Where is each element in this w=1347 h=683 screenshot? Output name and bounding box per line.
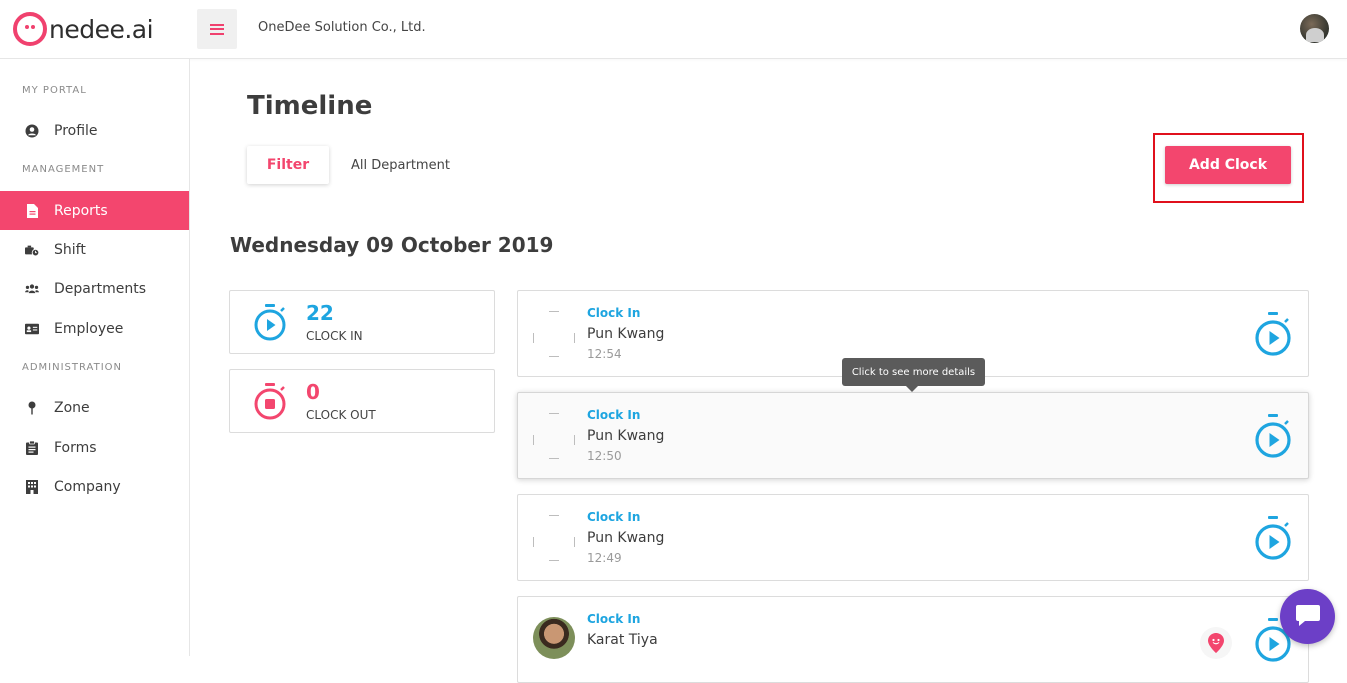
location-pin-icon[interactable]	[1200, 627, 1232, 659]
hamburger-icon	[210, 23, 224, 35]
clock-in-stat-card[interactable]: 22 CLOCK IN	[229, 290, 495, 354]
users-icon	[25, 282, 39, 296]
tooltip: Click to see more details	[842, 358, 985, 392]
sidebar-item-company[interactable]: Company	[0, 467, 189, 506]
clock-in-label: CLOCK IN	[306, 329, 363, 343]
filter-button[interactable]: Filter	[247, 146, 329, 184]
chat-bubble-icon	[1295, 603, 1321, 631]
employee-name: Pun Kwang	[587, 530, 665, 546]
page-title: Timeline	[247, 91, 373, 121]
photo-placeholder	[533, 515, 575, 561]
stopwatch-play-icon	[1254, 515, 1292, 565]
logo-face-icon	[13, 12, 47, 46]
user-circle-icon	[25, 124, 39, 138]
add-clock-button[interactable]: Add Clock	[1165, 146, 1291, 184]
file-icon	[25, 203, 39, 218]
entry-type: Clock In	[587, 408, 641, 422]
sidebar-item-departments[interactable]: Departments	[0, 269, 189, 308]
timeline-card[interactable]: Clock In Pun Kwang 12:49	[517, 494, 1309, 581]
sidebar-item-profile[interactable]: Profile	[0, 111, 189, 150]
photo-placeholder	[533, 311, 575, 357]
sidebar-item-label: Company	[54, 478, 121, 495]
entry-type: Clock In	[587, 612, 641, 626]
sidebar-item-employee[interactable]: Employee	[0, 309, 189, 348]
employee-name: Pun Kwang	[587, 326, 665, 342]
clock-out-label: CLOCK OUT	[306, 408, 376, 422]
sidebar-item-reports[interactable]: Reports	[0, 191, 189, 230]
entry-time: 12:50	[587, 449, 622, 463]
sidebar-item-label: Shift	[54, 241, 86, 258]
top-bar: nedee.ai OneDee Solution Co., Ltd.	[0, 0, 1347, 59]
section-heading-my-portal: MY PORTAL	[22, 85, 87, 96]
sidebar-item-zone[interactable]: Zone	[0, 388, 189, 427]
entry-type: Clock In	[587, 306, 641, 320]
sidebar-item-label: Forms	[54, 439, 97, 456]
section-heading-administration: ADMINISTRATION	[22, 362, 123, 373]
entry-time: 12:54	[587, 347, 622, 361]
timeline-card[interactable]: Clock In Karat Tiya	[517, 596, 1309, 683]
chat-widget-button[interactable]	[1280, 589, 1335, 644]
timeline-date: Wednesday 09 October 2019	[230, 233, 554, 257]
shift-clock-icon	[25, 243, 39, 257]
pin-icon	[25, 401, 39, 415]
company-name: OneDee Solution Co., Ltd.	[258, 20, 426, 35]
sidebar-item-label: Zone	[54, 399, 90, 416]
sidebar-item-shift[interactable]: Shift	[0, 230, 189, 269]
employee-name: Pun Kwang	[587, 428, 665, 444]
stopwatch-play-icon	[1254, 413, 1292, 463]
department-filter-value[interactable]: All Department	[351, 158, 450, 173]
sidebar: MY PORTAL Profile MANAGEMENT Reports Shi…	[0, 59, 190, 656]
id-card-icon	[25, 322, 39, 336]
sidebar-item-label: Reports	[54, 202, 108, 219]
entry-time: 12:49	[587, 551, 622, 565]
section-heading-management: MANAGEMENT	[22, 164, 105, 175]
building-icon	[25, 479, 39, 494]
timeline-card[interactable]: Clock In Pun Kwang 12:50	[517, 392, 1309, 479]
menu-toggle-button[interactable]	[197, 9, 237, 49]
logo-text: nedee.ai	[49, 14, 154, 44]
clock-in-count: 22	[306, 301, 334, 325]
stopwatch-play-icon	[252, 303, 288, 345]
sidebar-item-label: Employee	[54, 320, 124, 337]
employee-name: Karat Tiya	[587, 632, 658, 648]
stopwatch-stop-icon	[252, 382, 288, 424]
user-avatar[interactable]	[1300, 14, 1329, 43]
sidebar-item-label: Profile	[54, 122, 98, 139]
employee-photo	[533, 617, 575, 659]
onedee-logo[interactable]: nedee.ai	[13, 12, 154, 46]
sidebar-item-label: Departments	[54, 280, 147, 297]
clock-out-stat-card[interactable]: 0 CLOCK OUT	[229, 369, 495, 433]
clipboard-icon	[25, 440, 39, 455]
sidebar-item-forms[interactable]: Forms	[0, 428, 189, 467]
photo-placeholder	[533, 413, 575, 459]
clock-out-count: 0	[306, 380, 320, 404]
stopwatch-play-icon	[1254, 311, 1292, 361]
entry-type: Clock In	[587, 510, 641, 524]
